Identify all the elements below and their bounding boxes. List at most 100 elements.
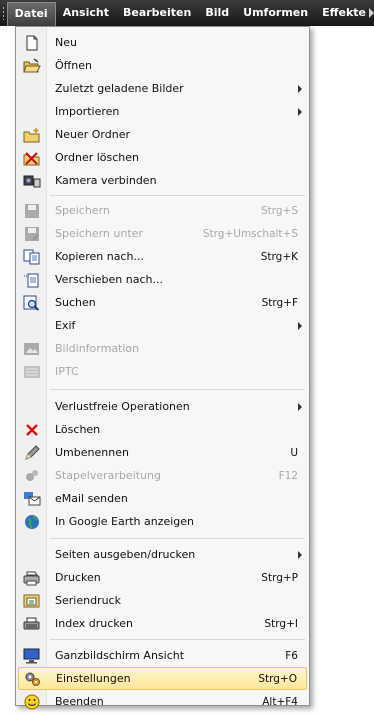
iptc-icon	[18, 360, 46, 383]
menu-datei[interactable]: Datei	[6, 2, 56, 26]
settings-icon	[19, 667, 47, 690]
menu-item-oeffnen[interactable]: Öffnen	[18, 54, 307, 77]
menu-item-label: Seriendruck	[55, 594, 121, 607]
new-folder-icon	[18, 123, 46, 146]
menu-item-shortcut: Alt+F4	[262, 695, 298, 708]
submenu-arrow-icon	[298, 84, 302, 93]
menu-item-seriendruck[interactable]: Seriendruck	[18, 589, 307, 612]
toolbar-grip[interactable]	[2, 6, 4, 20]
menu-item-shortcut: F6	[285, 649, 298, 662]
monitor-icon	[18, 644, 46, 667]
submenu-arrow-icon	[298, 550, 302, 559]
menu-item-ordner-loeschen[interactable]: Ordner löschen	[18, 146, 307, 169]
menu-item-label: Index drucken	[55, 617, 134, 630]
menu-bar: Datei Ansicht Bearbeiten Bild Umformen E…	[0, 0, 374, 26]
submenu-arrow-icon	[298, 107, 302, 116]
menu-item-neu[interactable]: Neu	[18, 31, 307, 54]
menu-item-shortcut: Strg+S	[260, 204, 298, 217]
image-info-icon	[18, 337, 46, 360]
menu-item-einstellungen[interactable]: Einstellungen Strg+O	[18, 667, 307, 690]
menu-item-drucken[interactable]: Drucken Strg+P	[18, 566, 307, 589]
menu-bearbeiten[interactable]: Bearbeiten	[116, 2, 198, 24]
menu-item-shortcut: Strg+K	[260, 250, 298, 263]
menu-item-speichern[interactable]: Speichern Strg+S	[18, 199, 307, 222]
menu-item-label: Ganzbildschirm Ansicht	[55, 649, 185, 662]
menu-item-email-senden[interactable]: eMail senden	[18, 487, 307, 510]
menu-item-kopieren-nach[interactable]: Kopieren nach... Strg+K	[18, 245, 307, 268]
menu-item-label: Speichern unter	[55, 227, 143, 240]
menu-item-shortcut: U	[290, 446, 298, 459]
menu-item-suchen[interactable]: Suchen Strg+F	[18, 291, 307, 314]
menu-item-label: Stapelverarbeitung	[55, 469, 161, 482]
menu-item-label: Suchen	[55, 296, 96, 309]
menu-item-shortcut: Strg+F	[261, 296, 298, 309]
batch-icon	[18, 464, 46, 487]
menu-item-shortcut: Strg+P	[261, 571, 298, 584]
menu-item-label: In Google Earth anzeigen	[55, 515, 195, 528]
menu-effekte[interactable]: Effekte	[315, 2, 368, 24]
copy-icon	[18, 245, 46, 268]
menu-item-zuletzt-geladene-bilder[interactable]: Zuletzt geladene Bilder	[18, 77, 307, 100]
menu-item-ganzbildschirm-ansicht[interactable]: Ganzbildschirm Ansicht F6	[18, 644, 307, 667]
menu-ansicht[interactable]: Ansicht	[56, 2, 116, 24]
email-icon	[18, 487, 46, 510]
menu-item-bildinformation[interactable]: Bildinformation	[18, 337, 307, 360]
menu-item-label: IPTC	[55, 365, 79, 378]
menu-item-label: Einstellungen	[56, 672, 131, 685]
menu-item-importieren[interactable]: Importieren	[18, 100, 307, 123]
smiley-exit-icon	[18, 690, 46, 713]
menu-item-label: Löschen	[55, 423, 101, 436]
menu-item-exif[interactable]: Exif	[18, 314, 307, 337]
menu-bild[interactable]: Bild	[198, 2, 236, 24]
menu-item-label: eMail senden	[55, 492, 128, 505]
menu-item-shortcut: Strg+Umschalt+S	[202, 227, 298, 240]
menu-item-verschieben-nach[interactable]: Verschieben nach...	[18, 268, 307, 291]
save-as-icon	[18, 222, 46, 245]
menu-item-verlustfreie-operationen[interactable]: Verlustfreie Operationen	[18, 395, 307, 418]
menu-item-label: Öffnen	[55, 59, 92, 72]
menu-item-shortcut: Strg+I	[264, 617, 298, 630]
open-folder-icon	[18, 54, 46, 77]
menu-item-google-earth[interactable]: In Google Earth anzeigen	[18, 510, 307, 533]
move-icon	[18, 268, 46, 291]
printer-icon	[18, 566, 46, 589]
menu-item-shortcut: F12	[278, 469, 298, 482]
menu-item-label: Kopieren nach...	[55, 250, 144, 263]
menu-item-label: Ordner löschen	[55, 151, 140, 164]
menu-item-label: Umbenennen	[55, 446, 129, 459]
menu-item-label: Verlustfreie Operationen	[55, 400, 190, 413]
delete-icon	[18, 418, 46, 441]
menu-separator	[50, 538, 305, 539]
menu-item-label: Drucken	[55, 571, 101, 584]
menu-separator	[50, 389, 305, 390]
menu-item-shortcut: Strg+O	[258, 672, 297, 685]
menu-item-beenden[interactable]: Beenden Alt+F4	[18, 690, 307, 713]
menu-item-label: Importieren	[55, 105, 120, 118]
menu-item-label: Beenden	[55, 695, 104, 708]
menu-item-stapelverarbeitung[interactable]: Stapelverarbeitung F12	[18, 464, 307, 487]
menu-item-loeschen[interactable]: Löschen	[18, 418, 307, 441]
menu-item-speichern-unter[interactable]: Speichern unter Strg+Umschalt+S	[18, 222, 307, 245]
chevron-right-icon[interactable]	[369, 8, 374, 18]
menu-item-umbenennen[interactable]: Umbenennen U	[18, 441, 307, 464]
menu-item-label: Bildinformation	[55, 342, 140, 355]
camera-icon	[18, 169, 46, 192]
save-icon	[18, 199, 46, 222]
menu-item-label: Seiten ausgeben/drucken	[55, 548, 196, 561]
menu-item-index-drucken[interactable]: Index drucken Strg+I	[18, 612, 307, 635]
datei-dropdown-menu: Neu Öffnen Zuletzt geladene Bilder Impor…	[15, 26, 310, 709]
menu-item-label: Kamera verbinden	[55, 174, 157, 187]
menu-item-seiten-ausgeben-drucken[interactable]: Seiten ausgeben/drucken	[18, 543, 307, 566]
globe-icon	[18, 510, 46, 533]
delete-folder-icon	[18, 146, 46, 169]
menu-item-label: Neu	[55, 36, 77, 49]
menu-item-kamera-verbinden[interactable]: Kamera verbinden	[18, 169, 307, 192]
menu-separator	[50, 195, 305, 196]
submenu-arrow-icon	[298, 402, 302, 411]
search-icon	[18, 291, 46, 314]
menu-item-iptc[interactable]: IPTC	[18, 360, 307, 383]
menu-item-neuer-ordner[interactable]: Neuer Ordner	[18, 123, 307, 146]
menu-umformen[interactable]: Umformen	[236, 2, 315, 24]
serial-print-icon	[18, 589, 46, 612]
rename-icon	[18, 441, 46, 464]
